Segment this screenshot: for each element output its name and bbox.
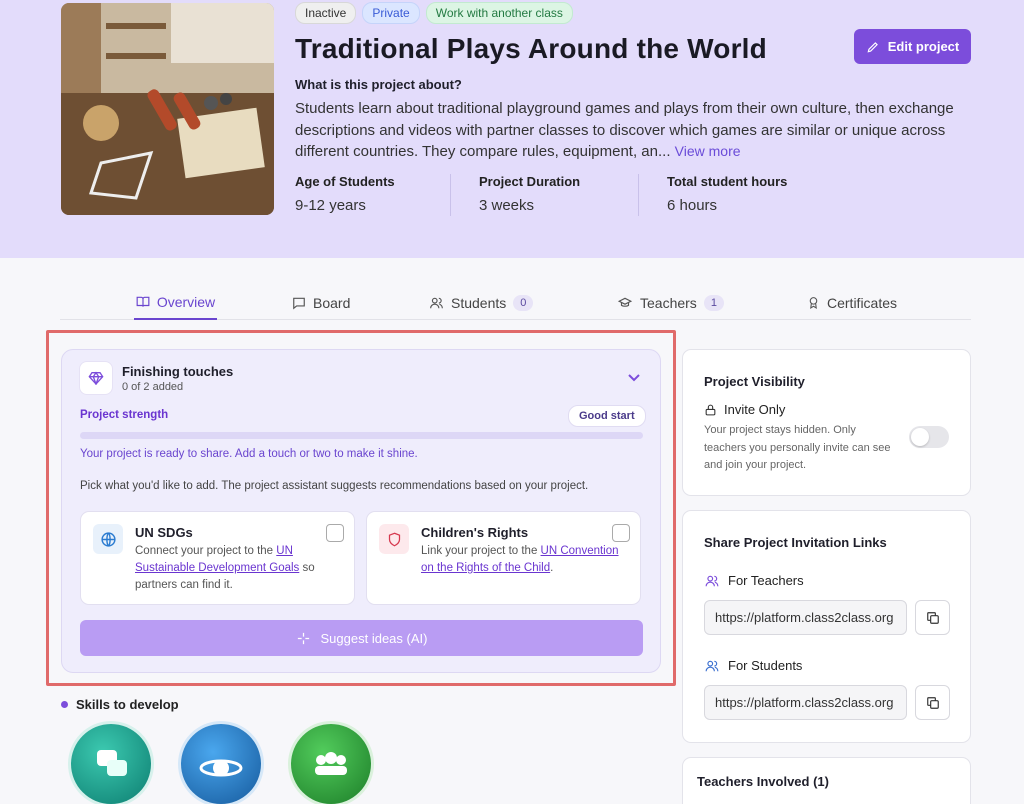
for-students-label: For Students xyxy=(704,658,802,673)
tab-label: Students xyxy=(451,294,507,311)
about-heading: What is this project about? xyxy=(295,77,462,92)
lock-icon xyxy=(705,404,716,415)
edit-project-label: Edit project xyxy=(887,39,960,54)
ready-text: Your project is ready to share. Add a to… xyxy=(80,448,418,460)
teachers-involved-heading: Teachers Involved (1) xyxy=(697,774,829,789)
users-icon xyxy=(705,660,719,671)
teachers-involved-panel: Teachers Involved (1) xyxy=(682,757,971,804)
pencil-icon xyxy=(867,41,878,52)
students-link-field[interactable]: https://platform.class2class.org xyxy=(704,685,907,720)
tab-certificates[interactable]: Certificates xyxy=(807,285,897,320)
stat-value: 6 hours xyxy=(667,197,718,214)
childrens-rights-card[interactable]: Children's Rights Link your project to t… xyxy=(366,511,641,605)
project-cover-image xyxy=(61,3,274,215)
project-description: Students learn about traditional playgro… xyxy=(295,98,975,163)
communication-skill-icon[interactable] xyxy=(71,724,151,804)
strength-bar xyxy=(80,432,643,439)
toggle-knob xyxy=(911,428,929,446)
stat-value: 9-12 years xyxy=(295,197,366,214)
stat-duration: Project Duration 3 weeks xyxy=(479,174,639,216)
invite-only-label: Invite Only xyxy=(704,402,785,417)
project-tabs: Overview Board Students 0 Teachers 1 Cer… xyxy=(60,285,971,320)
copy-teachers-link-button[interactable] xyxy=(915,600,950,635)
copy-icon xyxy=(926,611,939,624)
collaboration-badge: Work with another class xyxy=(425,2,573,24)
globe-icon xyxy=(93,524,123,554)
card-title: Children's Rights xyxy=(421,525,529,540)
collaboration-skill-icon[interactable] xyxy=(291,724,371,804)
visibility-panel: Project Visibility Invite Only Your proj… xyxy=(682,349,971,496)
sdg-checkbox[interactable] xyxy=(326,524,344,542)
users-icon xyxy=(430,297,443,308)
project-title: Traditional Plays Around the World xyxy=(295,33,767,64)
bullet-icon xyxy=(61,701,68,708)
graduation-cap-icon xyxy=(617,297,633,307)
tab-board[interactable]: Board xyxy=(292,285,350,320)
card-description: Link your project to the UN Convention o… xyxy=(421,545,619,574)
childrens-rights-checkbox[interactable] xyxy=(612,524,630,542)
project-stats: Age of Students 9-12 years Project Durat… xyxy=(295,174,843,216)
tab-students[interactable]: Students 0 xyxy=(429,285,534,320)
teachers-link-field[interactable]: https://platform.class2class.org xyxy=(704,600,907,635)
card-description: Connect your project to the UN Sustainab… xyxy=(135,545,315,591)
tab-label: Certificates xyxy=(827,294,898,311)
book-icon xyxy=(136,296,150,307)
status-badge: Inactive xyxy=(295,2,357,24)
visibility-toggle[interactable] xyxy=(909,426,949,448)
skills-heading: Skills to develop xyxy=(61,697,179,712)
strength-badge: Good start xyxy=(568,405,646,427)
stat-label: Project Duration xyxy=(479,174,581,189)
chat-icon xyxy=(293,297,305,309)
global-skill-icon[interactable] xyxy=(181,724,261,804)
chevron-down-icon[interactable] xyxy=(627,370,641,388)
students-count-badge: 0 xyxy=(513,294,534,311)
share-links-panel: Share Project Invitation Links For Teach… xyxy=(682,510,971,743)
finishing-touches-card: Finishing touches 0 of 2 added Project s… xyxy=(61,349,661,673)
copy-icon xyxy=(926,696,939,709)
stat-age: Age of Students 9-12 years xyxy=(295,174,451,216)
diamond-icon xyxy=(80,362,112,394)
stat-label: Total student hours xyxy=(667,174,788,189)
tab-teachers[interactable]: Teachers 1 xyxy=(617,285,724,320)
tab-label: Overview xyxy=(156,293,216,310)
tab-overview[interactable]: Overview xyxy=(134,285,217,320)
for-teachers-label: For Teachers xyxy=(704,573,804,588)
share-heading: Share Project Invitation Links xyxy=(704,535,887,550)
edit-project-button[interactable]: Edit project xyxy=(854,29,971,64)
users-icon xyxy=(705,575,719,586)
tab-label: Teachers xyxy=(640,294,697,311)
sparkle-icon xyxy=(297,632,309,644)
sdg-card[interactable]: UN SDGs Connect your project to the UN S… xyxy=(80,511,355,605)
stat-value: 3 weeks xyxy=(479,197,535,214)
suggest-label: Suggest ideas (AI) xyxy=(320,630,428,646)
teachers-count-badge: 1 xyxy=(703,294,724,311)
finishing-title: Finishing touches xyxy=(122,364,234,379)
award-icon xyxy=(809,297,818,309)
visibility-description: Your project stays hidden. Only teachers… xyxy=(704,424,891,471)
strength-label: Project strength xyxy=(80,409,169,421)
stat-label: Age of Students xyxy=(295,174,395,189)
shield-icon xyxy=(379,524,409,554)
privacy-badge: Private xyxy=(362,2,420,24)
stat-hours: Total student hours 6 hours xyxy=(667,174,815,216)
visibility-heading: Project Visibility xyxy=(704,374,805,389)
pick-text: Pick what you'd like to add. The project… xyxy=(80,480,589,492)
tab-label: Board xyxy=(313,294,351,311)
skills-label: Skills to develop xyxy=(76,697,179,712)
description-text: Students learn about traditional playgro… xyxy=(295,100,954,160)
view-more-link[interactable]: View more xyxy=(675,143,741,159)
finishing-subtitle: 0 of 2 added xyxy=(122,381,184,393)
project-header: Inactive Private Work with another class… xyxy=(0,0,1024,258)
card-title: UN SDGs xyxy=(135,525,193,540)
suggest-ideas-button[interactable]: Suggest ideas (AI) xyxy=(80,620,643,656)
copy-students-link-button[interactable] xyxy=(915,685,950,720)
